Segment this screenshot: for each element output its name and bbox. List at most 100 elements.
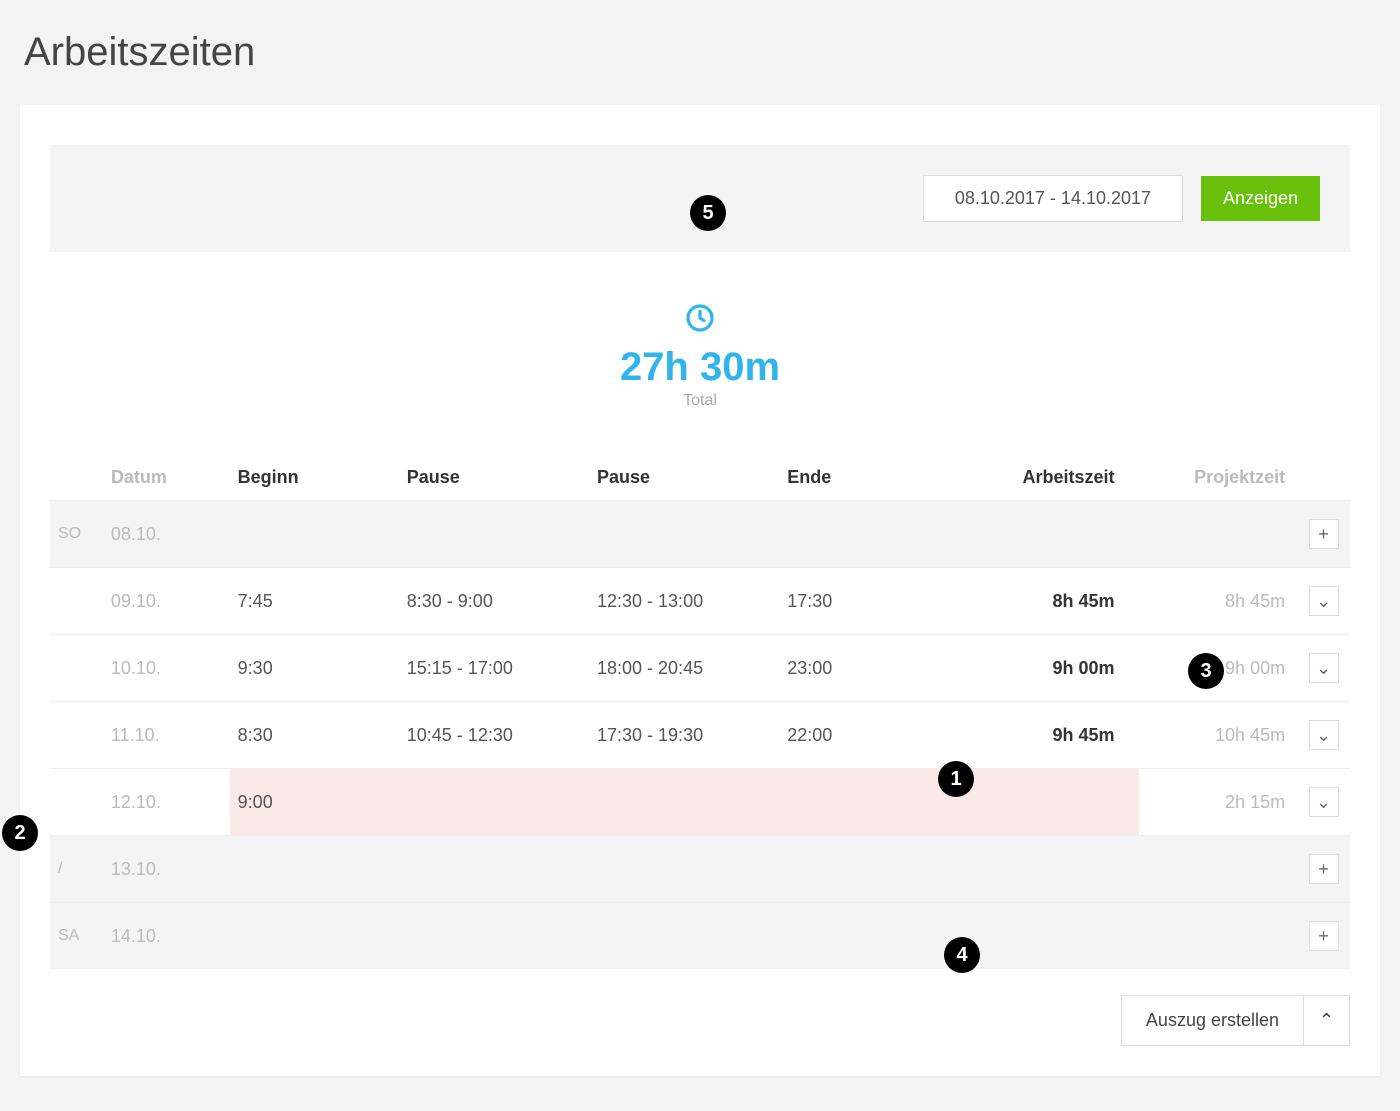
- pause2-cell: [589, 501, 779, 568]
- total-hours: 27h 30m: [50, 345, 1350, 390]
- project-cell: 10h 45m: [1139, 702, 1298, 769]
- project-cell: 2h 15m: [1139, 769, 1298, 836]
- date-cell: 14.10.: [103, 903, 230, 970]
- action-cell: ⌄: [1297, 702, 1350, 769]
- timesheet-table: Datum Beginn Pause Pause Ende Arbeitszei…: [50, 455, 1350, 969]
- action-cell: ⌄: [1297, 769, 1350, 836]
- day-abbr: [50, 568, 103, 635]
- add-entry-button[interactable]: +: [1309, 854, 1339, 884]
- work-cell: 8h 45m: [948, 568, 1138, 635]
- export-button[interactable]: Auszug erstellen: [1121, 995, 1304, 1046]
- date-cell: 08.10.: [103, 501, 230, 568]
- page-title: Arbeitszeiten: [24, 30, 1380, 75]
- pause2-cell: 18:00 - 20:45: [589, 635, 779, 702]
- pause1-cell: 10:45 - 12:30: [399, 702, 589, 769]
- action-cell: ⌄: [1297, 568, 1350, 635]
- day-abbr: SO: [50, 501, 103, 568]
- date-cell: 09.10.: [103, 568, 230, 635]
- expand-row-button[interactable]: ⌄: [1309, 653, 1339, 683]
- pause2-cell: [589, 769, 779, 836]
- pause1-cell: 15:15 - 17:00: [399, 635, 589, 702]
- begin-cell: [230, 903, 399, 970]
- end-cell: [779, 769, 948, 836]
- export-caret-button[interactable]: ⌃: [1304, 995, 1350, 1046]
- col-pause1: Pause: [399, 455, 589, 501]
- action-cell: +: [1297, 501, 1350, 568]
- col-date: Datum: [103, 455, 230, 501]
- end-cell: 17:30: [779, 568, 948, 635]
- table-row: 11.10.8:3010:45 - 12:3017:30 - 19:3022:0…: [50, 702, 1350, 769]
- col-work: Arbeitszeit: [948, 455, 1138, 501]
- chevron-down-icon: ⌄: [1316, 591, 1331, 612]
- table-row: SA14.10. +: [50, 903, 1350, 970]
- chevron-down-icon: ⌄: [1316, 658, 1331, 679]
- expand-row-button[interactable]: ⌄: [1309, 787, 1339, 817]
- day-abbr: [50, 702, 103, 769]
- plus-icon: +: [1318, 859, 1329, 880]
- project-cell: [1139, 836, 1298, 903]
- day-abbr: /: [50, 836, 103, 903]
- date-cell: 10.10.: [103, 635, 230, 702]
- work-cell: 9h 00m: [948, 635, 1138, 702]
- table-row: /13.10. +: [50, 836, 1350, 903]
- date-cell: 13.10.: [103, 836, 230, 903]
- pause1-cell: 8:30 - 9:00: [399, 568, 589, 635]
- table-row: 12.10.9:00 2h 15m ⌄: [50, 769, 1350, 836]
- chevron-down-icon: ⌄: [1316, 792, 1331, 813]
- day-abbr: [50, 769, 103, 836]
- work-cell: [948, 836, 1138, 903]
- pause1-cell: [399, 501, 589, 568]
- timesheet-card: Anzeigen 27h 30m Total Datum Beginn Paus…: [20, 105, 1380, 1076]
- pause2-cell: [589, 903, 779, 970]
- summary-block: 27h 30m Total: [50, 302, 1350, 410]
- col-project: Projektzeit: [1139, 455, 1298, 501]
- end-cell: [779, 836, 948, 903]
- begin-cell: [230, 501, 399, 568]
- day-abbr: [50, 635, 103, 702]
- end-cell: 22:00: [779, 702, 948, 769]
- day-abbr: SA: [50, 903, 103, 970]
- end-cell: [779, 903, 948, 970]
- pause1-cell: [399, 836, 589, 903]
- col-begin: Beginn: [230, 455, 399, 501]
- pause2-cell: [589, 836, 779, 903]
- work-cell: [948, 501, 1138, 568]
- callout-2: 2: [2, 815, 38, 851]
- work-cell: [948, 769, 1138, 836]
- add-entry-button[interactable]: +: [1309, 921, 1339, 951]
- show-button[interactable]: Anzeigen: [1201, 176, 1320, 221]
- begin-cell: 9:00: [230, 769, 399, 836]
- action-cell: +: [1297, 836, 1350, 903]
- clock-icon: [684, 321, 716, 338]
- total-label: Total: [50, 392, 1350, 410]
- begin-cell: [230, 836, 399, 903]
- pause2-cell: 17:30 - 19:30: [589, 702, 779, 769]
- callout-1: 1: [938, 761, 974, 797]
- date-cell: 11.10.: [103, 702, 230, 769]
- begin-cell: 9:30: [230, 635, 399, 702]
- chevron-down-icon: ⌄: [1316, 725, 1331, 746]
- project-cell: [1139, 501, 1298, 568]
- table-row: SO08.10. +: [50, 501, 1350, 568]
- col-end: Ende: [779, 455, 948, 501]
- plus-icon: +: [1318, 926, 1329, 947]
- col-pause2: Pause: [589, 455, 779, 501]
- date-cell: 12.10.: [103, 769, 230, 836]
- table-row: 09.10.7:458:30 - 9:0012:30 - 13:0017:308…: [50, 568, 1350, 635]
- project-cell: [1139, 903, 1298, 970]
- project-cell: 8h 45m: [1139, 568, 1298, 635]
- work-cell: 9h 45m: [948, 702, 1138, 769]
- expand-row-button[interactable]: ⌄: [1309, 586, 1339, 616]
- end-cell: [779, 501, 948, 568]
- callout-4: 4: [944, 937, 980, 973]
- end-cell: 23:00: [779, 635, 948, 702]
- action-cell: +: [1297, 903, 1350, 970]
- table-row: 10.10.9:3015:15 - 17:0018:00 - 20:4523:0…: [50, 635, 1350, 702]
- callout-3: 3: [1188, 653, 1224, 689]
- date-range-input[interactable]: [923, 175, 1183, 222]
- add-entry-button[interactable]: +: [1309, 519, 1339, 549]
- pause1-cell: [399, 903, 589, 970]
- begin-cell: 7:45: [230, 568, 399, 635]
- action-cell: ⌄: [1297, 635, 1350, 702]
- expand-row-button[interactable]: ⌄: [1309, 720, 1339, 750]
